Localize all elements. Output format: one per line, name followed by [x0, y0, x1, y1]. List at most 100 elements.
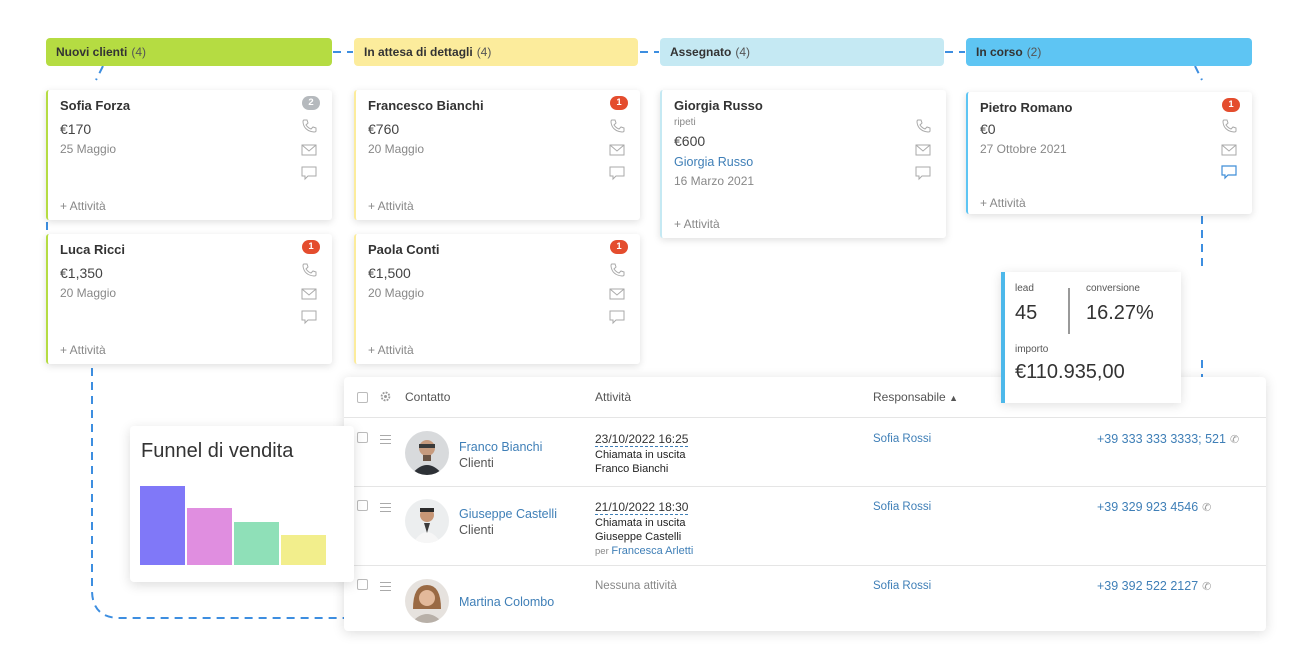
deal-amount: €1,350 [60, 265, 103, 281]
deal-card-name[interactable]: Pietro Romano [980, 100, 1072, 115]
column-header-in-corso[interactable]: In corso (2) [966, 38, 1252, 66]
activity-type: Chiamata in uscita [595, 517, 686, 529]
column-header-responsible[interactable]: Responsabile ▲ [873, 390, 958, 404]
add-activity-link[interactable]: + Attività [674, 217, 720, 231]
deal-card[interactable]: Paola Conti 1 €1,500 20 Maggio + Attivit… [354, 234, 640, 364]
row-checkbox[interactable] [357, 500, 368, 511]
comment-icon[interactable] [608, 309, 626, 325]
comment-icon[interactable] [914, 165, 932, 181]
deal-card-name[interactable]: Luca Ricci [60, 242, 125, 257]
mail-icon[interactable] [608, 286, 626, 302]
funnel-bar [281, 535, 326, 565]
deal-card[interactable]: Pietro Romano 1 €0 27 Ottobre 2021 + Att… [966, 92, 1252, 214]
deal-date: 25 Maggio [60, 142, 117, 156]
contact-name-link[interactable]: Martina Colombo [459, 595, 554, 609]
column-count: (4) [735, 45, 751, 59]
deal-contact-link[interactable]: Giorgia Russo [674, 155, 753, 169]
responsible-link[interactable]: Sofia Rossi [873, 501, 931, 513]
column-count: (2) [1026, 45, 1042, 59]
comment-icon[interactable] [300, 309, 318, 325]
activity-contact: Giuseppe Castelli [595, 531, 682, 543]
column-header-nuovi-clienti[interactable]: Nuovi clienti (4) [46, 38, 332, 66]
phone-icon: ✆ [1202, 581, 1212, 593]
add-activity-link[interactable]: + Attività [980, 196, 1026, 210]
deal-card-name[interactable]: Sofia Forza [60, 98, 130, 113]
activity-date-link[interactable]: 23/10/2022 16:25 [595, 433, 689, 447]
divider [1068, 288, 1070, 334]
comment-icon[interactable] [608, 165, 626, 181]
divider [344, 417, 1266, 418]
comment-icon[interactable] [300, 165, 318, 181]
deal-amount: €0 [980, 121, 996, 137]
deal-card[interactable]: Francesco Bianchi 1 €760 20 Maggio + Att… [354, 90, 640, 220]
gear-icon[interactable] [379, 390, 392, 403]
drag-handle-icon[interactable] [380, 503, 391, 515]
phone-icon[interactable] [300, 118, 318, 134]
crm-pipeline-view: Nuovi clienti (4) In attesa di dettagli (4… [0, 0, 1300, 660]
activity-assignee-link[interactable]: Francesca Arletti [611, 545, 693, 557]
funnel-title: Funnel di vendita [141, 440, 294, 462]
funnel-bar [234, 522, 279, 565]
mail-icon[interactable] [300, 286, 318, 302]
mail-icon[interactable] [914, 142, 932, 158]
activity-date-link[interactable]: 21/10/2022 18:30 [595, 501, 689, 515]
select-all-checkbox[interactable] [357, 392, 368, 403]
phone-icon[interactable] [300, 262, 318, 278]
deal-subtitle: ripeti [674, 117, 696, 128]
column-header-activity[interactable]: Attività [595, 390, 631, 404]
phone-number: +39 392 522 2127 [1097, 579, 1199, 593]
add-activity-link[interactable]: + Attività [368, 199, 414, 213]
funnel-chart [140, 486, 326, 565]
add-activity-link[interactable]: + Attività [60, 199, 106, 213]
phone-link[interactable]: +39 392 522 2127 ✆ [1097, 579, 1211, 593]
row-checkbox[interactable] [357, 432, 368, 443]
contacts-table: Contatto Attività Responsabile ▲ Franco … [344, 377, 1266, 631]
phone-icon[interactable] [608, 118, 626, 134]
deal-card[interactable]: Giorgia Russo ripeti €600 Giorgia Russo … [660, 90, 946, 238]
column-header-label: Responsabile [873, 390, 946, 404]
mail-icon[interactable] [608, 142, 626, 158]
column-title: Assegnato [670, 45, 732, 59]
drag-handle-icon[interactable] [380, 582, 391, 594]
phone-link[interactable]: +39 329 923 4546 ✆ [1097, 500, 1211, 514]
deal-card[interactable]: Luca Ricci 1 €1,350 20 Maggio + Attività [46, 234, 332, 364]
contact-name-link[interactable]: Franco Bianchi [459, 440, 542, 454]
stats-panel: lead 45 conversione 16.27% importo €110.… [1001, 272, 1181, 403]
phone-icon[interactable] [914, 118, 932, 134]
amount-value: €110.935,00 [1015, 361, 1125, 383]
deal-date: 20 Maggio [368, 286, 425, 300]
conversion-value: 16.27% [1086, 302, 1154, 324]
responsible-link[interactable]: Sofia Rossi [873, 580, 931, 592]
deal-amount: €1,500 [368, 265, 411, 281]
phone-link[interactable]: +39 333 333 3333; 521 ✆ [1097, 432, 1239, 446]
sales-funnel-widget[interactable]: Funnel di vendita [130, 426, 354, 582]
row-checkbox[interactable] [357, 579, 368, 590]
deal-card-name[interactable]: Francesco Bianchi [368, 98, 484, 113]
avatar [405, 431, 449, 475]
phone-icon: ✆ [1202, 502, 1212, 514]
phone-icon[interactable] [608, 262, 626, 278]
avatar [405, 499, 449, 543]
add-activity-link[interactable]: + Attività [60, 343, 106, 357]
phone-icon[interactable] [1220, 118, 1238, 134]
deal-card-name[interactable]: Giorgia Russo [674, 98, 763, 113]
responsible-link[interactable]: Sofia Rossi [873, 433, 931, 445]
column-header-assegnato[interactable]: Assegnato (4) [660, 38, 944, 66]
divider [344, 565, 1266, 566]
chevron-up-icon: ▲ [949, 393, 958, 403]
mail-icon[interactable] [300, 142, 318, 158]
deal-card[interactable]: Sofia Forza 2 €170 25 Maggio + Attività [46, 90, 332, 220]
avatar [405, 579, 449, 623]
column-header-contact[interactable]: Contatto [405, 390, 450, 404]
lead-value: 45 [1015, 302, 1038, 324]
phone-number: +39 329 923 4546 [1097, 500, 1199, 514]
drag-handle-icon[interactable] [380, 435, 391, 447]
contact-category: Clienti [459, 456, 494, 470]
add-activity-link[interactable]: + Attività [368, 343, 414, 357]
comment-icon[interactable] [1220, 164, 1238, 180]
contact-name-link[interactable]: Giuseppe Castelli [459, 507, 557, 521]
deal-card-name[interactable]: Paola Conti [368, 242, 440, 257]
column-title: In attesa di dettagli [364, 45, 473, 59]
mail-icon[interactable] [1220, 142, 1238, 158]
column-header-in-attesa[interactable]: In attesa di dettagli (4) [354, 38, 638, 66]
